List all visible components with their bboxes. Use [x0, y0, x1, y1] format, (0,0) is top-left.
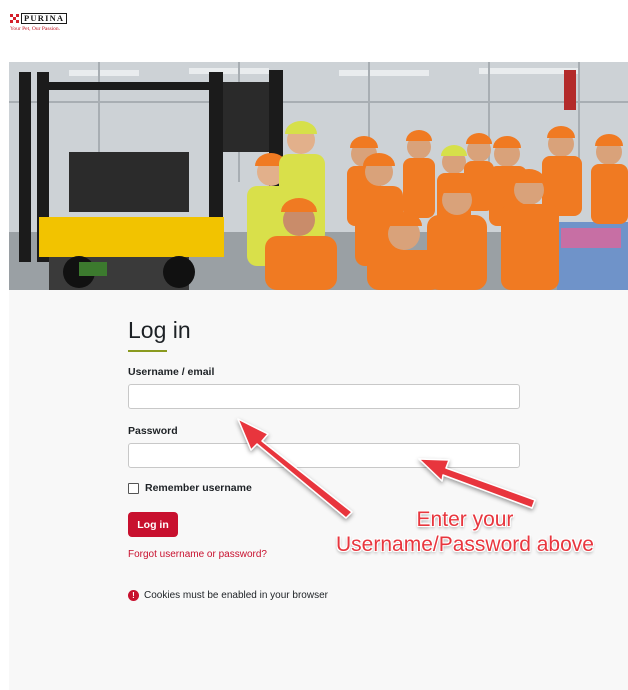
cookie-notice: ! Cookies must be enabled in your browse…: [128, 590, 328, 601]
annotation-line-2: Username/Password above: [336, 533, 594, 556]
info-icon: !: [128, 590, 139, 601]
purina-logo[interactable]: PURINA Your Pet, Our Passion.: [10, 13, 84, 39]
remember-label: Remember username: [145, 482, 252, 494]
hero-image: [9, 62, 628, 290]
remember-checkbox[interactable]: [128, 482, 139, 494]
logo-tagline: Your Pet, Our Passion.: [10, 26, 61, 32]
site-header: PURINA Your Pet, Our Passion.: [0, 0, 628, 62]
login-button[interactable]: Log in: [128, 512, 178, 537]
password-input[interactable]: [128, 443, 520, 468]
checkerboard-icon: [10, 14, 19, 23]
login-panel: [9, 290, 628, 690]
username-input[interactable]: [128, 384, 520, 409]
forgot-password-link[interactable]: Forgot username or password?: [128, 549, 267, 560]
password-label: Password: [128, 425, 178, 437]
username-label: Username / email: [128, 366, 215, 378]
remember-username[interactable]: Remember username: [128, 482, 252, 494]
logo-wordmark: PURINA: [21, 13, 68, 24]
title-underline: [128, 350, 167, 352]
cookie-notice-text: Cookies must be enabled in your browser: [144, 590, 328, 601]
annotation-line-1: Enter your: [416, 508, 514, 531]
page-title: Log in: [128, 317, 191, 343]
annotation-text: Enter your Username/Password above: [300, 507, 628, 557]
